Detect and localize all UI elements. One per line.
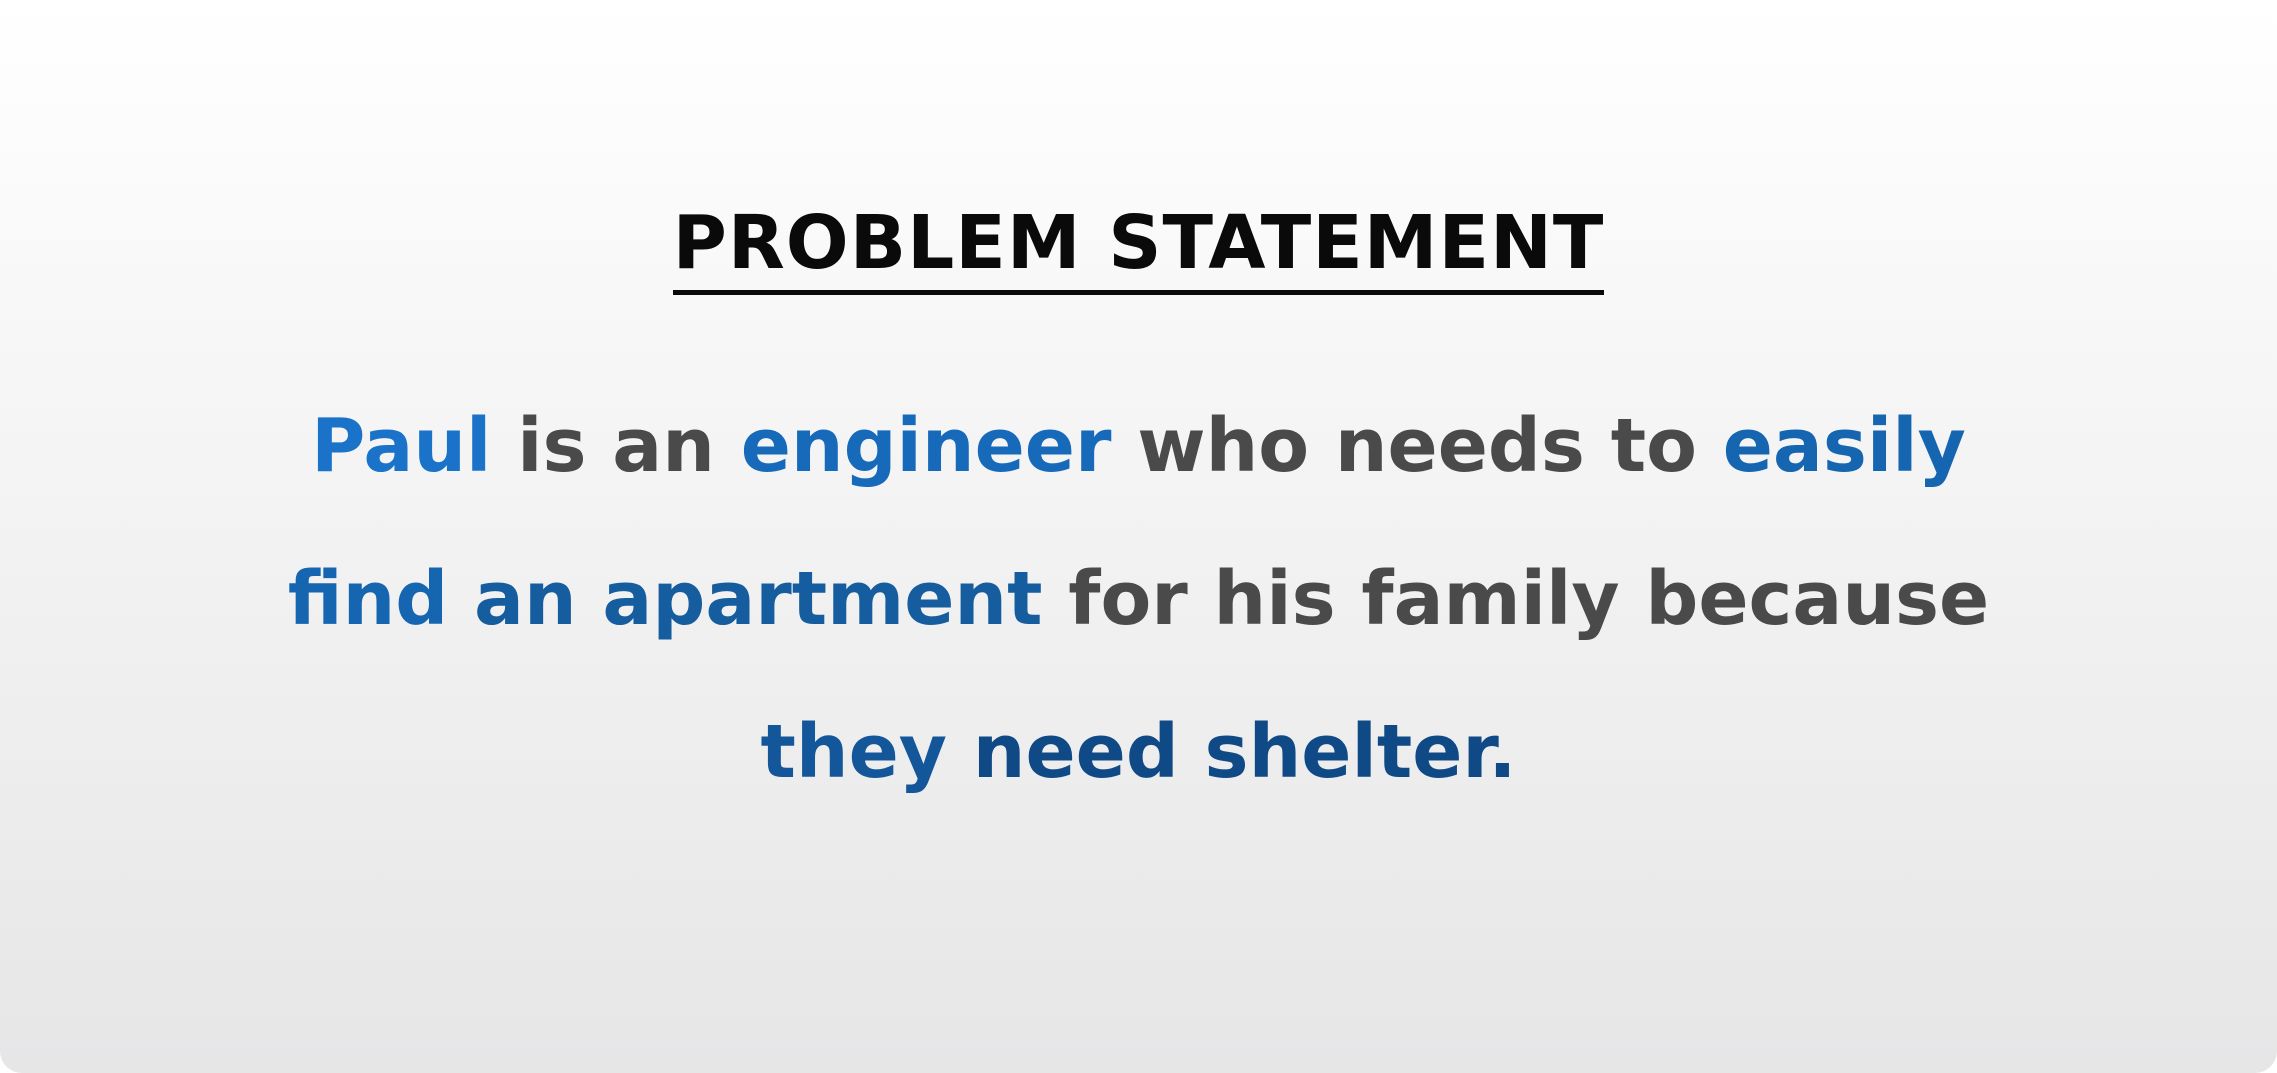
statement-segment-object: an apartment — [474, 556, 1043, 642]
statement-segment-persona: Paul — [311, 403, 492, 489]
problem-statement-text: Paul is an engineer who needs to easily … — [260, 370, 2017, 829]
statement-segment-role: engineer — [740, 403, 1112, 489]
statement-segment-insight: need shelter. — [972, 709, 1517, 795]
statement-segment-subject: they — [760, 709, 947, 795]
heading: PROBLEM STATEMENT — [0, 198, 2277, 295]
statement-segment-connector: who needs to — [1111, 403, 1723, 489]
statement-segment-spacer — [947, 709, 973, 795]
statement-segment-connector: for his family because — [1042, 556, 1990, 642]
problem-statement-card: PROBLEM STATEMENT Paul is an engineer wh… — [0, 0, 2277, 1073]
statement-segment-spacer — [448, 556, 474, 642]
heading-text: PROBLEM STATEMENT — [672, 198, 1605, 295]
statement-segment-connector: is an — [491, 403, 741, 489]
